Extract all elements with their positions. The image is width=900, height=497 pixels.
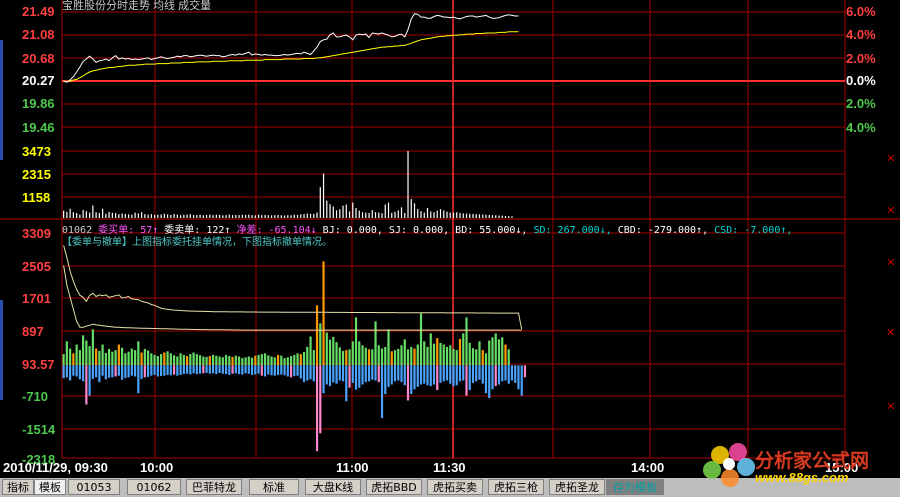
tab-01062[interactable]: 01062 xyxy=(127,479,181,495)
tab-index-kline[interactable]: 大盘K线 xyxy=(305,479,361,495)
indicator-value: -279.000↑, xyxy=(641,225,709,236)
chart-canvas[interactable] xyxy=(0,0,900,497)
indicator-name: CSD: xyxy=(708,225,739,236)
indicator-value: 267.000↓, xyxy=(551,225,612,236)
indicator-name: SD: xyxy=(527,225,552,236)
order-value-label: 3309 xyxy=(22,226,51,241)
percent-label: 0.0% xyxy=(846,73,876,88)
price-label: 21.08 xyxy=(22,27,55,42)
percent-label: 2.0% xyxy=(846,96,876,111)
indicator-value: 55.000↓, xyxy=(473,225,528,236)
price-line xyxy=(63,13,519,83)
time-label: 11:30 xyxy=(433,460,466,475)
time-label: 14:00 xyxy=(631,460,665,475)
tab-hutuo-holy-dragon[interactable]: 虎拓圣龙 xyxy=(549,479,605,495)
left-window-edge xyxy=(0,40,3,160)
indicator-name: SJ: xyxy=(382,225,407,236)
left-window-edge xyxy=(0,300,3,400)
tab-indicator[interactable]: 指标 xyxy=(2,479,34,495)
close-panel-icon[interactable]: ✕ xyxy=(886,256,895,269)
tab-01053[interactable]: 01053 xyxy=(68,479,120,495)
percent-label: 6.0% xyxy=(846,4,876,19)
indicator-value: 0.000, xyxy=(407,225,450,236)
price-label: 19.86 xyxy=(22,96,55,111)
tab-hutuo-trade[interactable]: 虎拓买卖 xyxy=(427,479,483,495)
site-url: www.88gs.com xyxy=(755,470,849,485)
order-value-label: 2505 xyxy=(22,259,51,274)
tab-buffett-dragon[interactable]: 巴菲特龙 xyxy=(186,479,242,495)
close-panel-icon[interactable]: ✕ xyxy=(886,326,895,339)
average-price-line xyxy=(63,31,519,83)
order-value-label: 1701 xyxy=(22,291,51,306)
site-name: 分析家公式网 xyxy=(755,450,870,472)
indicator-name: BD: xyxy=(449,225,474,236)
tab-hutuo-three-guns[interactable]: 虎拓三枪 xyxy=(488,479,544,495)
tab-standard[interactable]: 标准 xyxy=(249,479,299,495)
time-label: 11:00 xyxy=(336,460,369,475)
chart-title: 宝胜股份分时走势 均线 成交量 xyxy=(62,0,212,12)
percent-label: 2.0% xyxy=(846,51,876,66)
price-label: 20.68 xyxy=(22,51,55,66)
volume-label: 2315 xyxy=(22,167,51,182)
percent-label: 4.0% xyxy=(846,27,876,42)
order-value-label: 93.57 xyxy=(22,357,55,372)
price-label: 21.49 xyxy=(22,4,55,19)
order-value-label: -1514 xyxy=(22,422,56,437)
date-time-label: 2010/11/29, 09:30 xyxy=(3,460,108,475)
close-panel-icon[interactable]: ✕ xyxy=(886,204,895,217)
close-panel-icon[interactable]: ✕ xyxy=(886,152,895,165)
volume-label: 3473 xyxy=(22,144,51,159)
indicator-name: CBD: xyxy=(611,225,642,236)
close-panel-icon[interactable]: ✕ xyxy=(886,400,895,413)
tab-template[interactable]: 模板 xyxy=(34,479,66,495)
order-value-label: 897 xyxy=(22,324,44,339)
order-value-label: -710 xyxy=(22,389,49,404)
indicator-description: 【委单与撤单】上图指标委托挂单情况，下图指标撤单情况。 xyxy=(62,237,332,248)
indicator-value: -7.000↑, xyxy=(738,225,793,236)
tab-hutuo-bbd[interactable]: 虎拓BBD xyxy=(366,479,422,495)
price-label: 19.46 xyxy=(22,120,55,135)
percent-label: 4.0% xyxy=(846,120,876,135)
time-label: 10:00 xyxy=(140,460,174,475)
indicator-value: 0.000, xyxy=(340,225,383,236)
price-label: 20.27 xyxy=(22,73,55,88)
save-template-button[interactable]: 存为模板 xyxy=(606,479,664,495)
volume-label: 1158 xyxy=(22,190,51,205)
